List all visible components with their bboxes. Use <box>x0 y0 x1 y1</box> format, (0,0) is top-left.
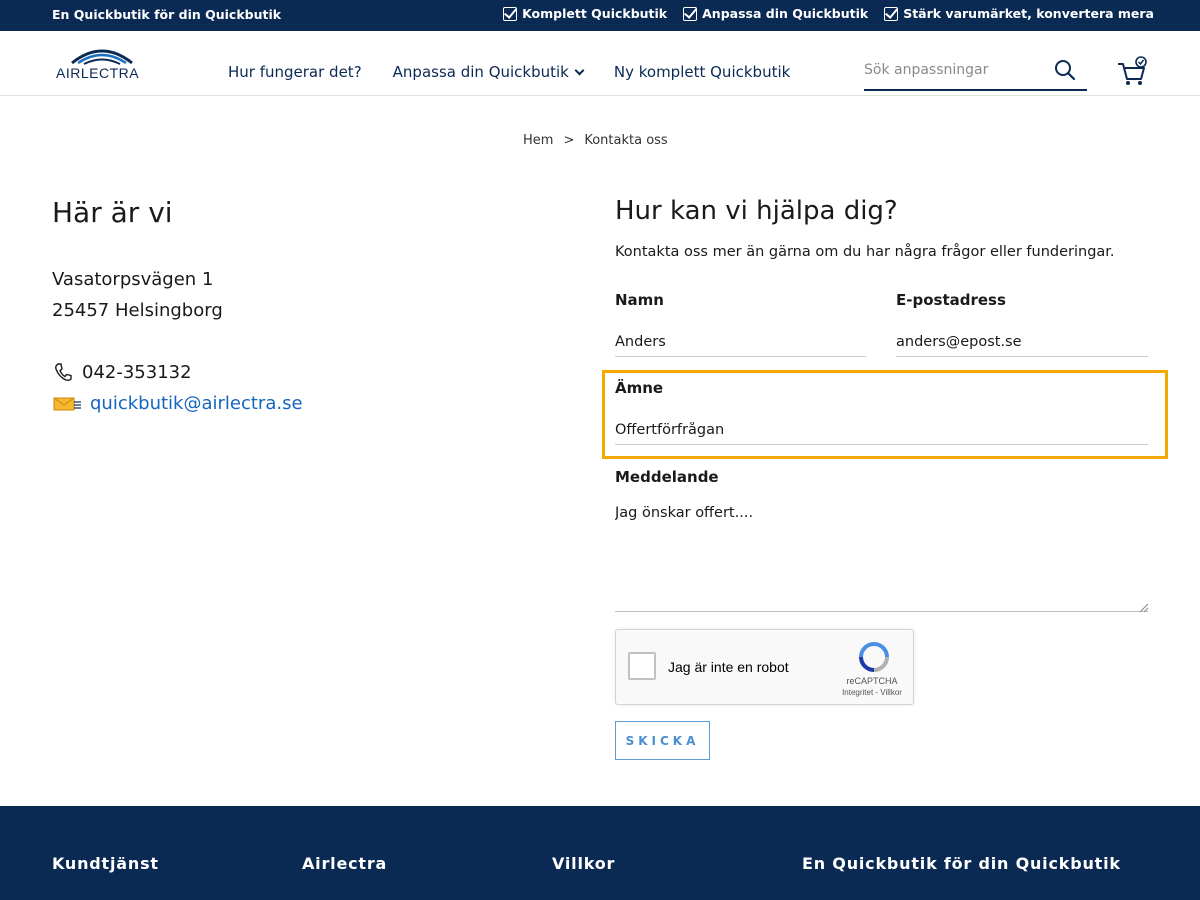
form-intro: Kontakta oss mer än gärna om du har någr… <box>615 244 1115 260</box>
recaptcha-logo-icon <box>859 642 889 672</box>
nav-new-complete[interactable]: Ny komplett Quickbutik <box>614 63 790 81</box>
address-city: 25457 Helsingborg <box>52 300 223 321</box>
email-row: quickbutik@airlectra.se <box>52 393 303 414</box>
footer-col-airlectra: Airlectra <box>302 854 388 873</box>
phone-icon <box>55 363 72 382</box>
breadcrumb-current: Kontakta oss <box>584 133 668 148</box>
envelope-icon <box>53 397 81 410</box>
site-footer: Kundtjänst Airlectra Villkor En Quickbut… <box>0 806 1200 900</box>
recaptcha-checkbox[interactable] <box>628 652 656 680</box>
footer-col-terms: Villkor <box>552 854 616 873</box>
perk-item: Komplett Quickbutik <box>503 6 667 21</box>
nav-label: Ny komplett Quickbutik <box>613 63 791 81</box>
footer-col-quickbutik: En Quickbutik för din Quickbutik <box>802 854 1121 873</box>
perk-label: Stärk varumärket, konvertera mera <box>903 6 1154 21</box>
search-input[interactable] <box>864 62 1044 78</box>
nav-label: Anpassa din Quickbutik <box>392 63 569 81</box>
nav-label: Hur fungerar det? <box>228 63 362 81</box>
form-title: Hur kan vi hjälpa dig? <box>615 196 898 226</box>
submit-button[interactable]: SKICKA <box>615 721 710 760</box>
top-bar: En Quickbutik för din Quickbutik Komplet… <box>0 0 1200 31</box>
logo-text: AIRLECTRA <box>56 65 140 81</box>
perk-label: Komplett Quickbutik <box>522 6 668 21</box>
recaptcha-brand: reCAPTCHA <box>846 676 898 686</box>
checkbox-icon <box>884 6 899 21</box>
search-icon[interactable] <box>1053 58 1077 82</box>
address-street: Vasatorpsvägen 1 <box>52 269 214 290</box>
perk-item: Stärk varumärket, konvertera mera <box>884 6 1154 21</box>
phone-number[interactable]: 042-353132 <box>82 362 192 383</box>
breadcrumb: Hem > Kontakta oss <box>523 133 668 148</box>
address: Vasatorpsvägen 1 25457 Helsingborg <box>52 264 223 326</box>
nav-customize[interactable]: Anpassa din Quickbutik <box>392 63 585 81</box>
top-bar-tagline: En Quickbutik för din Quickbutik <box>52 7 282 22</box>
name-field[interactable] <box>615 327 866 357</box>
breadcrumb-separator: > <box>563 133 575 148</box>
perk-item: Anpassa din Quickbutik <box>683 6 868 21</box>
site-header: AIRLECTRA Hur fungerar det? Anpassa din … <box>0 31 1200 96</box>
name-label: Namn <box>615 291 664 309</box>
checkbox-icon <box>683 6 698 21</box>
recaptcha-terms[interactable]: Integritet - Villkor <box>832 688 912 697</box>
cart-icon[interactable] <box>1115 55 1149 89</box>
chevron-down-icon <box>574 65 585 75</box>
perk-label: Anpassa din Quickbutik <box>702 6 869 21</box>
phone-row: 042-353132 <box>52 361 192 383</box>
contact-info-title: Här är vi <box>52 196 173 229</box>
main-nav: Hur fungerar det? Anpassa din Quickbutik… <box>228 63 790 81</box>
message-label: Meddelande <box>615 468 719 486</box>
email-link[interactable]: quickbutik@airlectra.se <box>90 393 303 414</box>
top-bar-perks: Komplett Quickbutik Anpassa din Quickbut… <box>503 6 1154 21</box>
email-field[interactable] <box>896 327 1148 357</box>
subject-label: Ämne <box>615 379 664 397</box>
checkbox-icon <box>503 6 518 21</box>
recaptcha-widget: Jag är inte en robot reCAPTCHA Integrite… <box>615 629 914 705</box>
logo-arcs-icon <box>71 49 133 65</box>
recaptcha-label: Jag är inte en robot <box>668 659 789 675</box>
nav-how-it-works[interactable]: Hur fungerar det? <box>228 63 362 81</box>
logo[interactable]: AIRLECTRA <box>54 43 150 85</box>
contact-form: Hur kan vi hjälpa dig? Kontakta oss mer … <box>615 196 1155 260</box>
email-label: E-postadress <box>896 291 1006 309</box>
message-field[interactable]: Jag önskar offert.... <box>615 505 1148 612</box>
search-box <box>864 54 1087 91</box>
contact-info: Här är vi Vasatorpsvägen 1 25457 Helsing… <box>52 196 303 414</box>
subject-field[interactable] <box>615 415 1148 445</box>
footer-col-customer-service: Kundtjänst <box>52 854 159 873</box>
resize-handle-icon[interactable] <box>1138 602 1148 612</box>
breadcrumb-home[interactable]: Hem <box>523 133 553 148</box>
